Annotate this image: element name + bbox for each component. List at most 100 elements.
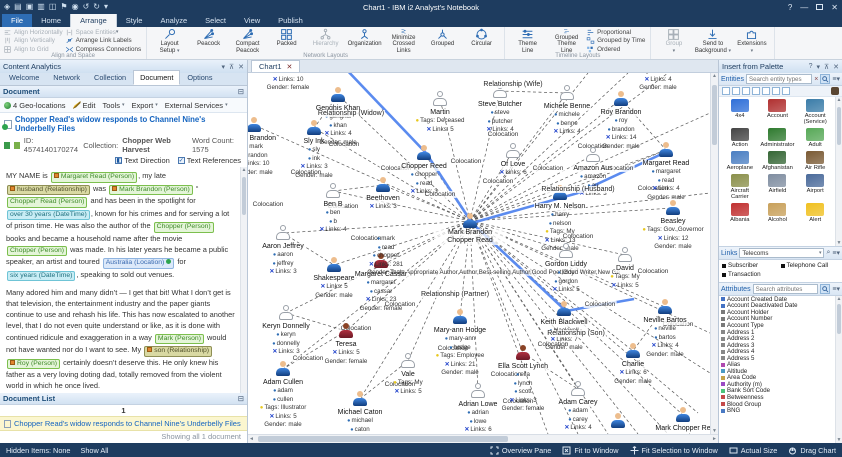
ribbon-tab-home[interactable]: Home	[32, 14, 70, 27]
ribbon-tab-publish[interactable]: Publish	[269, 14, 312, 27]
ribbon-tab-view[interactable]: View	[235, 14, 269, 27]
overview-pane-button[interactable]: Overview Pane	[490, 446, 551, 455]
minimize-button[interactable]: —	[800, 3, 808, 12]
chart-vertical-scrollbar[interactable]: ▲▼	[710, 73, 718, 434]
fit-selection-to-window-button[interactable]: Fit Selection to Window	[630, 446, 718, 455]
entity-chip-person[interactable]: Chopper (Person)	[7, 246, 67, 257]
tab-options[interactable]: Options	[180, 70, 219, 85]
entity-chip-dt[interactable]: six years (DateTime)	[7, 271, 75, 282]
panel-close-icon[interactable]: ✕	[238, 63, 244, 71]
filter-icon[interactable]	[732, 87, 740, 95]
entities-scrollbar[interactable]: ▲▼	[835, 97, 842, 246]
attributes-menu-icon[interactable]: ≡▾	[832, 285, 840, 293]
palette-help-icon[interactable]: ?	[809, 63, 813, 71]
link-type-telephone-call[interactable]: Telephone Call	[781, 262, 840, 269]
ribbon-tab-arrange[interactable]: Arrange	[70, 13, 117, 27]
chart-node-keith-blackwell[interactable]: Keith Blackwell●blackwell✕Links: 7Gender…	[528, 301, 600, 352]
panel-pin-icon[interactable]: ⊼	[229, 63, 234, 71]
entity-search-input[interactable]	[746, 74, 812, 84]
redo-icon[interactable]: ↻	[93, 0, 100, 14]
entity-type-air-rifle[interactable]: Air Rifle	[796, 151, 834, 171]
colocation-link-label[interactable]: Colocation	[482, 178, 515, 185]
entity-type-aeroplane[interactable]: Aeroplane	[721, 151, 759, 171]
filter-icon[interactable]	[782, 87, 790, 95]
filter-icon[interactable]	[722, 87, 730, 95]
links-category-select[interactable]: Telecoms▾	[739, 248, 824, 258]
entity-type-albania[interactable]: Albania	[721, 203, 759, 223]
entities-menu-icon[interactable]: ≡▾	[832, 75, 840, 83]
text-references-toggle[interactable]: ✓Text References	[178, 156, 241, 165]
align-horizontally-button[interactable]: Align Horizontally	[3, 28, 63, 37]
ribbon-tab-analyze[interactable]: Analyze	[151, 14, 196, 27]
entity-type-afghanistan[interactable]: Afghanistan	[759, 151, 797, 171]
tab-network[interactable]: Network	[46, 70, 87, 85]
panel-dropdown-icon[interactable]: ▾	[221, 63, 225, 71]
chart-node-cluster[interactable]: ●Tags: Journalist✕Links: 4Gender: male	[622, 73, 694, 92]
entity-chip-person[interactable]: Chopper (Person)	[154, 222, 214, 233]
chart-node-cluster[interactable]	[582, 413, 654, 429]
entity-chip-person[interactable]: Mark Brandon (Person)	[109, 185, 193, 196]
link-type-transaction[interactable]: Transaction	[722, 271, 781, 278]
chart-node-david[interactable]: David●Tags: My✕Links: 5	[589, 247, 661, 290]
proportional-button[interactable]: Proportional	[586, 28, 645, 37]
relationship-link-label[interactable]: Relationship (Son)	[546, 330, 606, 337]
compact-peacock-button[interactable]: CompactPeacock	[229, 28, 266, 54]
relationship-link-label[interactable]: Relationship (Widow)	[317, 110, 385, 117]
entity-chip-loc[interactable]: Australia (Location)	[103, 258, 175, 269]
collapse-icon[interactable]: ⊟	[238, 394, 244, 403]
chart-node-adam-cullen[interactable]: Adam Cullen●adam●cullen●Tags: Illustrato…	[248, 361, 319, 429]
chart-node-steve-butcher[interactable]: Steve Butcher●steve●butcher✕Links: 4	[464, 83, 536, 135]
close-button[interactable]: ✕	[831, 3, 838, 12]
chart-node-of-love[interactable]: Of Love✕Links: 6	[477, 143, 549, 178]
export-menu[interactable]: Export▾	[132, 101, 158, 110]
attribute-search-input[interactable]	[753, 284, 819, 294]
search-icon[interactable]	[820, 284, 830, 294]
attributes-scrollbar[interactable]: ▲▼	[835, 296, 842, 443]
chart-node-michael-caton[interactable]: Michael Caton●michael●caton	[324, 391, 396, 434]
entity-chip-dt[interactable]: over 30 years (DateTime)	[7, 210, 90, 221]
links-search-icon[interactable]: ⌕	[826, 249, 830, 257]
chart-tab[interactable]: Chart1 ✕	[251, 60, 300, 72]
qat-more-icon[interactable]: ▾	[104, 0, 108, 14]
chart-node-mark-chopper-re[interactable]: Mark Chopper Re●mark	[647, 407, 710, 434]
clear-search-icon[interactable]: ×	[814, 76, 818, 83]
entity-chip-person[interactable]: Roy (Person)	[7, 359, 60, 370]
ribbon-tab-select[interactable]: Select	[196, 14, 235, 27]
ribbon-tab-style[interactable]: Style	[117, 14, 152, 27]
undo-icon[interactable]: ↺	[83, 0, 90, 14]
edit-button[interactable]: Edit	[73, 101, 96, 110]
refresh-icon[interactable]	[14, 142, 20, 149]
ribbon-tab-file[interactable]: File	[2, 14, 32, 27]
entity-chip-person[interactable]: Chopper” Read (Person)	[7, 197, 87, 208]
print-icon[interactable]: ◫	[49, 0, 57, 14]
palette-close-icon[interactable]: ✕	[833, 63, 839, 71]
colocation-link-label[interactable]: Colocation	[252, 201, 285, 208]
minimize-crossed-links-button[interactable]: Minimize CrossedLinks	[385, 28, 422, 54]
chart-tab-close-icon[interactable]: ✕	[287, 63, 293, 71]
arrange-link-labels-button[interactable]: Arrange Link Labels	[65, 37, 141, 46]
entity-chip-rel[interactable]: husband (Relationship)	[7, 185, 90, 196]
chart-node-mary-ann-hodge[interactable]: Mary-ann Hodge●mary-ann●hodge●Tags: Empl…	[424, 309, 496, 377]
table-icon[interactable]	[4, 142, 10, 149]
entity-chip-rel[interactable]: son (Relationship)	[144, 346, 212, 357]
document-list-page[interactable]: 1	[0, 405, 247, 416]
group-button[interactable]: Group▾	[655, 28, 692, 54]
new-chart-icon[interactable]: ▤	[14, 0, 22, 14]
grouped-by-time-button[interactable]: Grouped by Time	[586, 37, 645, 46]
text-direction-toggle[interactable]: ◧Text Direction	[115, 156, 169, 165]
document-body[interactable]: MY NAME is Margaret Read (Person), my la…	[0, 167, 247, 393]
filter-icon[interactable]	[772, 87, 780, 95]
circular-button[interactable]: Circular	[463, 28, 500, 54]
entity-type-alert[interactable]: Alert	[796, 203, 834, 223]
flag-icon[interactable]: ⚑	[60, 0, 67, 14]
chart-node-margaret-read[interactable]: Margaret Read●margaret●read✕Links: 4Gend…	[630, 142, 702, 201]
collapse-icon[interactable]: ⊟	[238, 87, 244, 96]
packed-button[interactable]: Packed	[268, 28, 305, 54]
relationship-link-label[interactable]: Relationship (Partner)	[420, 291, 490, 298]
person-filter-icon[interactable]	[831, 87, 839, 95]
link-type-subscriber[interactable]: Subscriber	[722, 262, 781, 269]
filter-icon[interactable]	[752, 87, 760, 95]
extensions-button[interactable]: Extensions▾	[733, 28, 770, 54]
open-icon[interactable]: ▣	[26, 0, 34, 14]
grouped-button[interactable]: Grouped	[424, 28, 461, 54]
